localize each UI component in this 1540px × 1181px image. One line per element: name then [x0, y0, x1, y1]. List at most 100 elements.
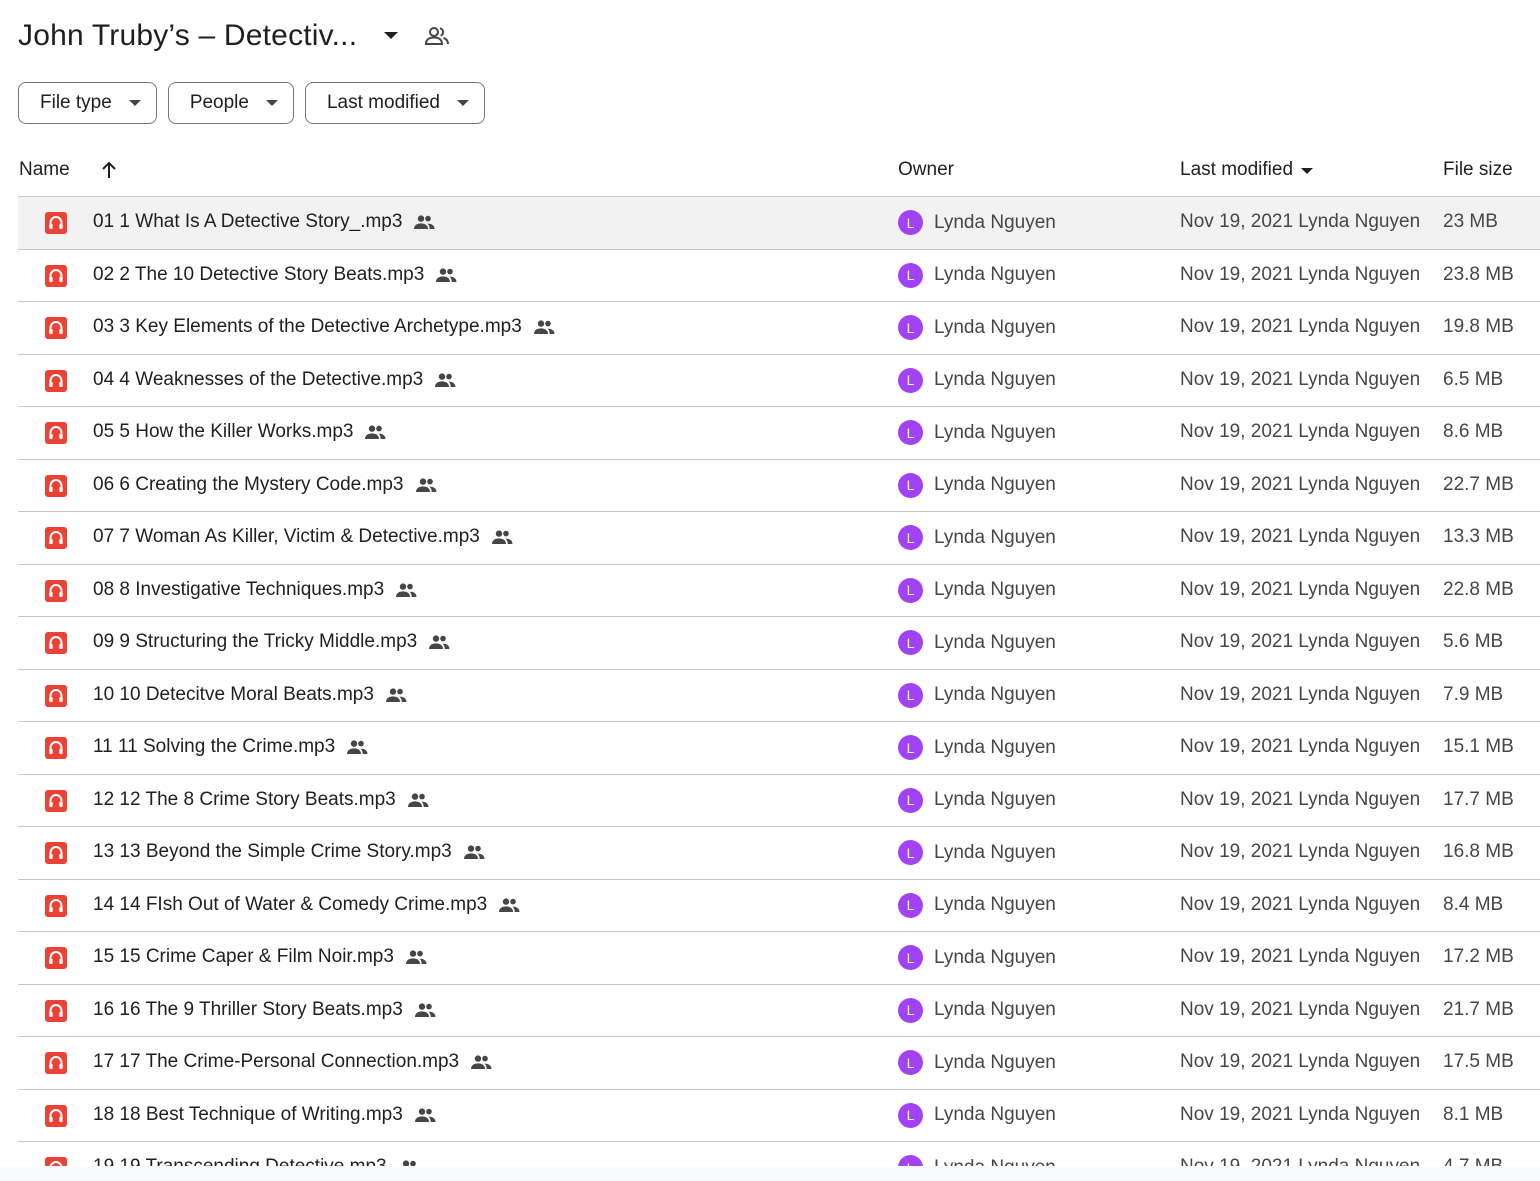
file-row[interactable]: 07 7 Woman As Killer, Victim & Detective… — [18, 512, 1540, 565]
file-row[interactable]: 09 9 Structuring the Tricky Middle.mp3 L… — [18, 617, 1540, 670]
file-row[interactable]: 13 13 Beyond the Simple Crime Story.mp3 … — [18, 827, 1540, 880]
file-size-cell: 23 MB — [1443, 211, 1498, 232]
file-name: 11 11 Solving the Crime.mp3 — [93, 736, 336, 757]
file-row[interactable]: 16 16 The 9 Thriller Story Beats.mp3 L L… — [18, 985, 1540, 1037]
arrow-drop-down-icon — [1301, 159, 1314, 181]
file-size-cell: 22.8 MB — [1443, 578, 1514, 600]
shared-icon — [364, 422, 388, 442]
file-row[interactable]: 05 5 How the Killer Works.mp3 L Lynda Ng… — [18, 407, 1540, 460]
file-name-cell: 11 11 Solving the Crime.mp3 — [93, 736, 370, 758]
folder-title[interactable]: John Truby’s – Detectiv... — [18, 19, 357, 53]
file-row[interactable]: 18 18 Best Technique of Writing.mp3 L Ly… — [18, 1090, 1540, 1142]
file-size-cell: 13.3 MB — [1443, 526, 1514, 547]
sort-arrow-up-icon[interactable] — [98, 159, 120, 181]
audio-file-icon — [45, 579, 67, 602]
owner-name: Lynda Nguyen — [934, 684, 1056, 705]
owner-name: Lynda Nguyen — [934, 211, 1056, 233]
file-type-filter-label: File type — [40, 92, 112, 113]
file-size-cell: 8.6 MB — [1443, 421, 1504, 442]
shared-icon — [533, 317, 557, 337]
column-header-last-modified[interactable]: Last modified — [1180, 159, 1314, 181]
file-name-cell: 14 14 FIsh Out of Water & Comedy Crime.m… — [93, 894, 522, 916]
file-name: 01 1 What Is A Detective Story_.mp3 — [93, 211, 403, 232]
arrow-drop-down-icon — [128, 96, 142, 110]
owner-cell: L Lynda Nguyen — [898, 945, 1056, 970]
owner-cell: L Lynda Nguyen — [898, 420, 1056, 445]
last-modified-cell: Nov 19, 2021 Lynda Nguyen — [1180, 211, 1421, 232]
people-filter-label: People — [189, 92, 249, 113]
file-row[interactable]: 11 11 Solving the Crime.mp3 L Lynda Nguy… — [18, 722, 1540, 775]
file-row[interactable]: 14 14 FIsh Out of Water & Comedy Crime.m… — [18, 880, 1540, 932]
file-list: Name Owner Last modified File size 01 1 … — [18, 145, 1540, 1181]
last-modified-filter[interactable]: Last modified — [304, 82, 485, 124]
avatar: L — [898, 630, 923, 655]
file-size-cell: 17.5 MB — [1443, 1051, 1514, 1072]
file-name: 18 18 Best Technique of Writing.mp3 — [93, 1103, 403, 1125]
file-size-cell: 7.9 MB — [1443, 683, 1504, 705]
column-header-name[interactable]: Name — [19, 159, 70, 181]
shared-icon — [407, 790, 431, 810]
arrow-drop-down-icon[interactable] — [379, 24, 403, 48]
last-modified-cell: Nov 19, 2021 Lynda Nguyen — [1180, 631, 1421, 652]
file-name-cell: 02 2 The 10 Detective Story Beats.mp3 — [93, 264, 459, 286]
file-name: 13 13 Beyond the Simple Crime Story.mp3 — [93, 841, 452, 862]
file-row[interactable]: 17 17 The Crime-Personal Connection.mp3 … — [18, 1037, 1540, 1090]
avatar: L — [898, 840, 923, 865]
shared-icon — [463, 842, 487, 862]
shared-folder-icon[interactable] — [423, 22, 451, 50]
file-type-filter[interactable]: File type — [18, 82, 157, 124]
avatar: L — [898, 472, 923, 498]
column-header-owner: Owner — [898, 159, 954, 180]
audio-file-icon — [45, 737, 67, 759]
audio-file-icon — [45, 789, 67, 812]
people-filter[interactable]: People — [167, 82, 294, 124]
owner-name: Lynda Nguyen — [934, 894, 1056, 915]
owner-name: Lynda Nguyen — [934, 1051, 1056, 1073]
file-name-cell: 12 12 The 8 Crime Story Beats.mp3 — [93, 789, 431, 811]
owner-name: Lynda Nguyen — [934, 526, 1056, 548]
file-row[interactable]: 04 4 Weaknesses of the Detective.mp3 L L… — [18, 355, 1540, 407]
file-size-cell: 5.6 MB — [1443, 631, 1504, 652]
file-name: 15 15 Crime Caper & Film Noir.mp3 — [93, 946, 394, 967]
owner-cell: L Lynda Nguyen — [898, 787, 1056, 813]
file-name-cell: 15 15 Crime Caper & Film Noir.mp3 — [93, 946, 429, 968]
file-row[interactable]: 06 6 Creating the Mystery Code.mp3 L Lyn… — [18, 460, 1540, 512]
file-row[interactable]: 12 12 The 8 Crime Story Beats.mp3 L Lynd… — [18, 775, 1540, 827]
file-row[interactable]: 15 15 Crime Caper & Film Noir.mp3 L Lynd… — [18, 932, 1540, 985]
folder-header: John Truby’s – Detectiv... — [18, 14, 451, 58]
audio-file-icon — [45, 1104, 67, 1127]
file-row[interactable]: 01 1 What Is A Detective Story_.mp3 L Ly… — [18, 197, 1540, 250]
file-name: 08 8 Investigative Techniques.mp3 — [93, 578, 385, 600]
last-modified-cell: Nov 19, 2021 Lynda Nguyen — [1180, 1051, 1421, 1072]
file-name: 05 5 How the Killer Works.mp3 — [93, 421, 354, 442]
audio-file-icon — [45, 212, 67, 234]
audio-file-icon — [45, 1052, 67, 1074]
file-row[interactable]: 03 3 Key Elements of the Detective Arche… — [18, 302, 1540, 355]
file-size-cell: 23.8 MB — [1443, 263, 1514, 285]
file-row[interactable]: 08 8 Investigative Techniques.mp3 L Lynd… — [18, 565, 1540, 617]
owner-cell: L Lynda Nguyen — [898, 262, 1056, 288]
owner-name: Lynda Nguyen — [934, 421, 1056, 443]
owner-cell: L Lynda Nguyen — [898, 682, 1056, 708]
last-modified-cell: Nov 19, 2021 Lynda Nguyen — [1180, 263, 1421, 285]
file-row[interactable]: 10 10 Detecitve Moral Beats.mp3 L Lynda … — [18, 670, 1540, 722]
avatar: L — [898, 735, 923, 760]
avatar: L — [898, 892, 923, 918]
arrow-drop-down-icon — [456, 96, 470, 110]
file-size-cell: 17.7 MB — [1443, 788, 1514, 810]
file-name-cell: 01 1 What Is A Detective Story_.mp3 — [93, 211, 437, 233]
file-row[interactable]: 02 2 The 10 Detective Story Beats.mp3 L … — [18, 250, 1540, 302]
file-name-cell: 18 18 Best Technique of Writing.mp3 — [93, 1104, 438, 1126]
owner-cell: L Lynda Nguyen — [898, 892, 1056, 918]
audio-file-icon — [45, 632, 67, 654]
avatar: L — [898, 682, 923, 708]
last-modified-cell: Nov 19, 2021 Lynda Nguyen — [1180, 526, 1421, 547]
last-modified-cell: Nov 19, 2021 Lynda Nguyen — [1180, 946, 1421, 967]
owner-name: Lynda Nguyen — [934, 316, 1056, 338]
file-size-cell: 17.2 MB — [1443, 946, 1514, 967]
owner-cell: L Lynda Nguyen — [898, 315, 1056, 340]
shared-icon — [395, 580, 419, 600]
file-name: 02 2 The 10 Detective Story Beats.mp3 — [93, 263, 425, 285]
file-name-cell: 06 6 Creating the Mystery Code.mp3 — [93, 474, 439, 496]
last-modified-cell: Nov 19, 2021 Lynda Nguyen — [1180, 998, 1421, 1020]
